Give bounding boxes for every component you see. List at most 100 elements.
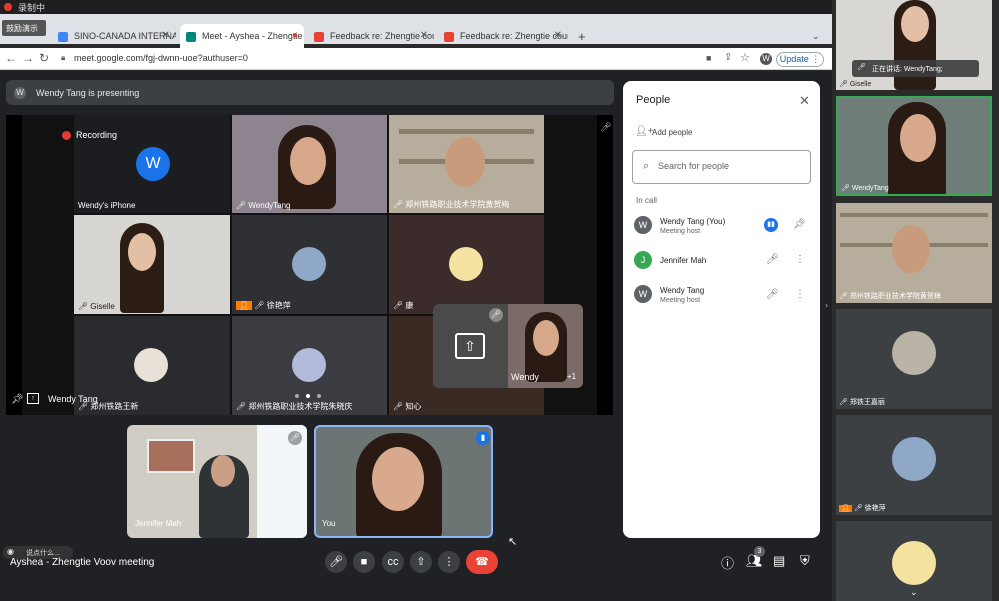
tab-close-icon[interactable]: ✕ [554,30,562,41]
face-shape [372,447,424,511]
recording-label: Recording [76,130,118,140]
face-shape [128,233,156,271]
tile-wendytang[interactable]: 🎤︎ WendyTang [232,115,387,213]
tab-pinned-presentation[interactable]: 鼓励演示 [2,20,46,36]
strip-name-text: 郑州铁路职业技术学院黄贺梅 [849,293,941,300]
reload-icon[interactable]: ↻ [39,51,49,65]
strip-name-text: 徐艳萍 [864,505,886,512]
back-icon[interactable]: ← [5,51,17,65]
wall-painting [147,439,195,473]
collapse-chevron-icon[interactable]: › [825,300,828,310]
xu-avatar [292,247,326,281]
participant-avatar: J [634,251,652,269]
captions-button[interactable]: cc [382,551,404,573]
more-options-icon[interactable]: ⋮ [795,289,805,300]
share-icon[interactable]: ⇪ [724,52,732,63]
update-button[interactable]: Update ⋮ [776,52,824,67]
speaking-icon: ▮ [476,431,490,445]
page-dot[interactable] [317,394,321,398]
tile-name-text: 郑州铁路职业技术学院朱晓庆 [248,402,353,411]
more-options-button[interactable]: ⋮ [438,551,460,573]
wang-avatar [892,331,936,375]
new-tab-button[interactable]: + [578,29,586,44]
tile-name: 🎤︎ 知心 [393,402,422,411]
strip-tile-kang[interactable]: ⌄ [836,521,992,601]
tab-feedback-2[interactable]: Feedback re: Zhengtie course ✕ [438,24,568,50]
tab-sino-canada[interactable]: SINO-CANADA INTERNATIONAL ✕ [52,24,176,50]
user-icon: 👤︎ [236,301,253,310]
strip-tile-teacher[interactable]: 🎤︎ 郑州铁路职业技术学院黄贺梅 [836,203,992,303]
gmail-favicon-icon [444,32,454,42]
close-icon[interactable]: ✕ [799,93,810,109]
face-shape [892,225,930,273]
tab-label: Feedback re: Zhengtie course [330,31,434,41]
present-button[interactable]: ⇧ [410,551,432,573]
tile-teacher[interactable]: 🎤︎ 郑州铁路职业技术学院黄贺梅 [389,115,544,213]
host-controls-icon[interactable]: ⛨ [800,553,810,569]
forward-icon[interactable]: → [22,51,34,65]
strip-name: 👤︎ 🎤︎ 徐艳萍 [839,505,886,512]
lock-icon: 🔒︎ [61,53,66,62]
chat-icon[interactable]: ▤ [773,553,785,569]
tab-close-icon[interactable]: ✕ [420,30,428,41]
meeting-details-icon[interactable]: ⓘ [721,553,734,572]
pin-icon[interactable]: 📌︎ [793,219,806,230]
tile-name: 🎤︎ 康 [393,301,414,310]
tile-giselle[interactable]: 🎤︎ Giselle [74,215,230,314]
strip-tile-wendytang[interactable]: 🎤︎ WendyTang [836,96,992,196]
in-call-heading: In call [636,196,657,205]
popup-more[interactable]: +1 [567,372,576,381]
shelf [840,213,988,217]
face-shape [445,137,485,187]
presenter-avatar: W [14,87,26,99]
tile-name: 🎤︎ WendyTang [236,201,291,210]
update-label: Update [779,54,809,64]
tile-name-text: 康 [405,301,414,310]
avatar-icon: ◉ [7,547,14,556]
strip-name-text: 郑铁王嘉丽 [849,399,885,406]
scroll-down-chevron-icon[interactable]: ⌄ [910,587,918,598]
present-icon[interactable]: ↑ [27,393,39,404]
share-screen-icon[interactable]: ⇧ [455,333,485,359]
strip-tile-wang[interactable]: 🎤︎ 郑铁王嘉丽 [836,309,992,409]
wang-avatar [134,348,168,382]
add-person-icon[interactable]: 👤︎+ [635,126,654,137]
page-dot[interactable] [295,394,299,398]
profile-avatar[interactable]: W [760,53,772,65]
tile-name-text: 徐艳萍 [266,301,291,310]
tile-zhu[interactable]: 🎤︎ 郑州铁路职业技术学院朱晓庆 [232,316,387,415]
mic-off-icon: 🎤︎ [766,289,779,300]
mic-button[interactable]: 🎤︎ [325,551,347,573]
tab-list-chevron-icon[interactable]: ⌄ [812,31,820,42]
end-call-button[interactable]: ☎︎ [466,550,498,574]
tile-kang[interactable]: 🎤︎ 康 [389,215,544,314]
tab-label: Feedback re: Zhengtie course [460,31,568,41]
more-options-icon[interactable]: ⋮ [795,254,805,265]
camera-icon[interactable]: ■ [706,53,711,63]
participant-avatar: W [634,285,652,303]
site-favicon-icon [58,32,68,42]
camera-button[interactable]: ■ [353,551,375,573]
tile-name: 🎤︎ 郑州铁路职业技术学院黄贺梅 [393,200,510,209]
search-placeholder: Search for people [658,161,730,171]
tab-feedback-1[interactable]: Feedback re: Zhengtie course ✕ [308,24,434,50]
add-people-button[interactable]: Add people [652,128,692,137]
pin-icon[interactable]: 📌︎ [11,394,24,405]
tile-you[interactable]: ▮ You [314,425,493,538]
face-shape [290,137,326,185]
face-shape [900,114,936,162]
recording-dot-icon [62,131,71,140]
strip-tile-xu[interactable]: 👤︎ 🎤︎ 徐艳萍 [836,415,992,515]
tile-jennifer[interactable]: 🎤︎ Jennifer Mah [127,425,307,538]
tab-close-icon[interactable]: ✕ [162,30,170,41]
tile-xu[interactable]: 👤︎ 🎤︎ 徐艳萍 [232,215,387,314]
speaking-label: 正在讲话: WendyTang; [872,66,943,73]
bookmark-star-icon[interactable]: ☆ [740,51,750,64]
tile-name-text: Giselle [90,302,115,311]
page-dot[interactable] [306,394,310,398]
speaking-indicator: 🎤︎ 正在讲话: WendyTang; [852,60,979,77]
speaking-icon: ▮▮ [764,218,778,232]
iphone-avatar: W [136,147,170,181]
tab-meet[interactable]: Meet - Ayshea - Zhengtie ● [180,24,304,50]
url-text[interactable]: meet.google.com/fgj-dwnn-uoe?authuser=0 [74,53,248,63]
